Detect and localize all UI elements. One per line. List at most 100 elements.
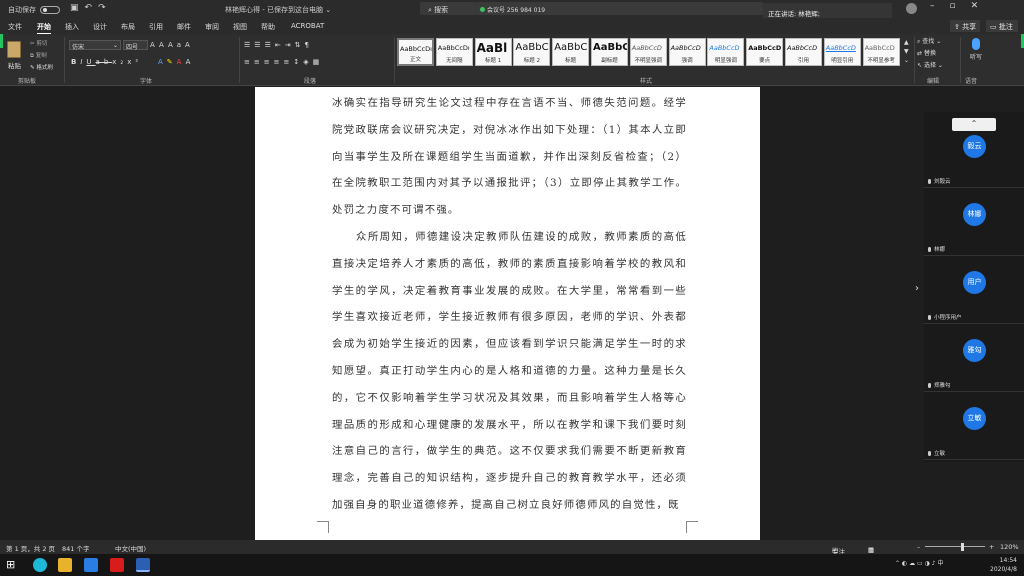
tab-review[interactable]: 审阅 [205,22,219,32]
change-case-icon[interactable]: Aa [168,41,185,49]
font-color-icon[interactable]: A [177,58,186,66]
participant-avatar[interactable]: 毅云 [963,135,986,158]
tab-view[interactable]: 视图 [233,22,247,32]
bullets-icon[interactable]: ☰ [244,41,254,49]
close-icon[interactable]: ✕ [971,1,994,11]
page-count[interactable]: 第 1 页，共 2 页 [6,543,55,553]
highlight-icon[interactable]: ✎ [167,58,177,66]
clear-format-icon[interactable]: A [185,41,194,49]
dictate-button[interactable]: 听写 [965,38,987,61]
superscript-icon[interactable]: x² [127,58,142,66]
ime-indicator[interactable]: 中 [937,560,943,567]
clock[interactable]: 14:54 2020/4/8 [990,556,1017,574]
copy-button[interactable]: ⧉ 复制 [30,51,47,60]
bold-icon[interactable]: B [71,58,80,66]
meeting-toolbar[interactable] [555,2,763,15]
tab-acrobat[interactable]: ACROBAT [291,22,324,30]
zoom-level[interactable]: 120% [1000,543,1019,551]
zoom-slider-handle[interactable] [961,543,964,551]
text-effects-icon[interactable]: A [158,58,167,66]
numbering-icon[interactable]: ☰ [254,41,264,49]
redo-icon[interactable]: ↷ [98,3,112,13]
style-1[interactable]: AaBbCcDı 无间隔 [435,38,473,66]
paste-button[interactable]: 粘贴 [5,39,25,70]
share-button[interactable]: ⇪ 共享 [950,20,980,32]
meeting-app-icon[interactable] [84,558,98,572]
restore-icon[interactable]: ▫ [950,1,971,11]
comment-button[interactable]: ▭ 批注 [986,20,1018,32]
sort-icon[interactable]: ⇅ [295,41,305,49]
underline-icon[interactable]: U [86,58,95,66]
distributed-icon[interactable]: ≡ [284,58,294,66]
line-spacing-icon[interactable]: ↕ [293,58,303,66]
tab-design[interactable]: 设计 [93,22,107,32]
style-7[interactable]: AaBbCcD 强调 [668,38,706,66]
tab-references[interactable]: 引用 [149,22,163,32]
start-icon[interactable]: ⊞ [6,558,20,572]
autosave-toggle[interactable]: 自动保存 [8,5,61,15]
char-shading-icon[interactable]: A [186,58,195,66]
search-box[interactable]: ⌕ 搜索 [420,2,477,15]
style-9[interactable]: AaBbCcD 要点 [746,38,784,66]
paragraph-2[interactable]: 众所周知，师德建设决定教师队伍建设的成败，教师素质的高低直接决定培养人才素质的高… [332,224,687,519]
style-10[interactable]: AaBbCcD 引用 [785,38,822,66]
zoom-in-icon[interactable]: + [989,543,994,551]
participant-avatar[interactable]: 立敏 [963,407,986,430]
document-title[interactable]: 林艳辉心得 - 已保存到这台电脑 ⌄ [225,5,331,15]
style-2[interactable]: AaBl 标题 1 [474,38,512,66]
increase-indent-icon[interactable]: ⇥ [285,41,295,49]
style-4[interactable]: AaBbC 标题 [552,38,590,66]
align-center-icon[interactable]: ≡ [254,58,264,66]
gallery-scroll[interactable]: ▲ ▼ ⌄ [904,38,909,65]
shading-icon[interactable]: ◈ [303,58,312,66]
chevron-right-icon[interactable]: › [915,283,919,294]
zoom-out-icon[interactable]: – [917,543,920,551]
cut-button[interactable]: ✂ 剪切 [30,39,47,47]
select-button[interactable]: ↖ 选择 ⌄ [917,60,957,72]
grow-font-icon[interactable]: A [150,41,159,49]
word-count[interactable]: 841 个字 [62,543,89,553]
style-5[interactable]: AaBbC 副标题 [591,38,628,66]
tab-help[interactable]: 帮助 [261,22,275,32]
paragraph-1[interactable]: 冰确实在指导研究生论文过程中存在言语不当、师德失范问题。经学院党政联席会议研究决… [332,90,687,224]
document-page[interactable]: 冰确实在指导研究生论文过程中存在言语不当、师德失范问题。经学院党政联席会议研究决… [255,87,760,543]
zoom-slider[interactable] [925,546,985,547]
tab-file[interactable]: 文件 [8,22,22,32]
shrink-font-icon[interactable]: A [159,41,168,49]
multilevel-list-icon[interactable]: ☰ [265,41,275,49]
subscript-icon[interactable]: x₂ [112,58,127,66]
toggle-switch-icon[interactable] [40,6,61,14]
save-icon[interactable]: ▣ [70,3,85,13]
participant-avatar[interactable]: 林娜 [963,203,986,226]
justify-icon[interactable]: ≡ [274,58,284,66]
strikethrough-icon[interactable]: ab [96,58,113,66]
acrobat-icon[interactable] [110,558,124,572]
style-8[interactable]: AaBbCcD 明显强调 [707,38,745,66]
meeting-info[interactable]: 会议号 256 984 019 [477,2,555,15]
format-painter-button[interactable]: ✎ 格式刷 [30,63,53,71]
show-marks-icon[interactable]: ¶ [304,41,312,49]
find-button[interactable]: ⌕ 查找 ⌄ [917,36,957,48]
decrease-indent-icon[interactable]: ⇤ [275,41,285,49]
style-12[interactable]: AaBbCcD 不明显参考 [862,38,900,66]
style-0[interactable]: AaBbCcDı 正文 [397,38,434,66]
font-name-select[interactable]: 仿宋 ⌄ [69,40,121,51]
word-icon[interactable] [136,558,150,572]
replace-button[interactable]: ⇄ 替换 [917,48,957,60]
participant-avatar[interactable]: 雅勾 [963,339,986,362]
style-3[interactable]: AaBbC 标题 2 [513,38,551,66]
minimize-icon[interactable]: – [930,1,950,11]
font-size-select[interactable]: 四号 [123,40,148,51]
align-right-icon[interactable]: ≡ [264,58,274,66]
tab-mailings[interactable]: 邮件 [177,22,191,32]
language-status[interactable]: 中文(中国) [115,543,146,553]
style-11[interactable]: AaBbCcD 明显引用 [823,38,861,66]
style-6[interactable]: AaBbCcD 不明显强调 [629,38,667,66]
undo-icon[interactable]: ↶ [85,3,99,13]
tray-icons[interactable]: ⌃ ◐ ☁ ▭ ◑ ♪ [895,560,937,567]
borders-icon[interactable]: ▦ [313,58,324,66]
tab-insert[interactable]: 插入 [65,22,79,32]
participant-avatar[interactable]: 用户 [963,271,986,294]
browser-icon[interactable] [33,558,47,572]
align-left-icon[interactable]: ≡ [244,58,254,66]
